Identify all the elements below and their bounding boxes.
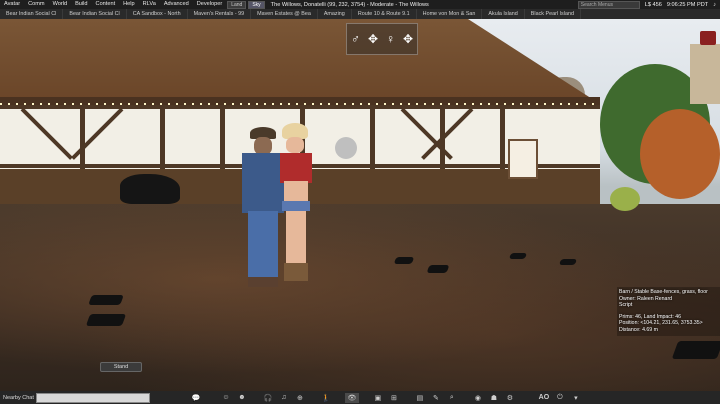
voice-icon[interactable]: 🎧 [261,393,275,403]
camera-icon[interactable]: ⊕ [293,393,307,403]
floor-marker [426,265,450,273]
favorite-landmark[interactable]: Bear Indian Social Cl [63,9,127,19]
avatar-figure-icon[interactable]: ♂ [351,32,360,46]
floor-marker [671,341,720,359]
search-menus-input[interactable]: Search Menus [577,0,640,9]
walk-icon[interactable]: 🚶 [319,393,333,403]
top-menu-bar: Avatar Comm World Build Content Help RLV… [0,0,720,9]
menu-content[interactable]: Content [92,0,120,9]
move-arrows-icon[interactable]: ✥ [368,32,378,46]
chat-input[interactable] [35,392,150,403]
avatar-figure-icon[interactable]: ♀ [386,32,395,46]
menu-advanced[interactable]: Advanced [160,0,193,9]
minimap-icon[interactable]: ⊞ [387,393,401,403]
floor-marker [558,259,578,265]
object-distance: Distance: 4.69 m [619,326,658,333]
favorite-landmark[interactable]: Akula Island [482,9,525,19]
horse [120,174,180,204]
hud-attachment[interactable] [700,31,716,45]
stand-button[interactable]: Stand [100,362,142,372]
map-icon[interactable]: ▣ [371,393,385,403]
autumn-tree [640,109,720,199]
menu-rlva[interactable]: RLVa [139,0,160,9]
nearby-chat-label: Nearby Chat [3,394,34,401]
view-icon[interactable]: 👁 [344,392,359,403]
favorite-landmark[interactable]: Home von Mon & San [417,9,483,19]
floor-marker [88,295,124,305]
search-icon[interactable]: ⌕ [445,393,459,403]
groups-icon[interactable]: ☻ [235,393,249,403]
flower-planter [610,187,640,211]
menu-comm[interactable]: Comm [24,0,48,9]
menu-build[interactable]: Build [71,0,91,9]
favorite-landmark[interactable]: Bear Indian Social Cl [0,9,64,19]
settings-icon[interactable]: ⚙ [503,393,517,403]
world-view[interactable]: ♂ ✥ ♀ ✥ Barn / Stable Base-fences, grass… [0,19,720,391]
menu-help[interactable]: Help [119,0,139,9]
floor-marker [85,314,127,326]
menu-world[interactable]: World [49,0,72,9]
hud-pose-controls[interactable]: ♂ ✥ ♀ ✥ [346,23,418,55]
speak-icon[interactable]: ♫ [277,393,291,403]
poster [690,44,720,104]
appearance-icon[interactable]: ☗ [487,393,501,403]
object-hover-info: Barn / Stable Base-fences, grass, floor … [617,287,720,336]
people-icon[interactable]: ☺ [219,393,233,403]
favorite-landmark[interactable]: Route 10 & Route 9.1 [352,9,417,19]
land-button[interactable]: Land [227,0,247,9]
favorite-landmark[interactable]: Amazing [318,9,352,19]
object-script: Script [619,302,633,309]
ao-label[interactable]: AO [537,393,551,403]
object-title: Barn / Stable Base-fences, grass, floor [619,289,708,295]
object-position: Position: <104.21, 231.65, 3753.35> [619,320,703,327]
balance-label[interactable]: L$ 456 [645,2,662,8]
favorite-landmark[interactable]: Black Pearl Island [525,9,581,19]
build-icon[interactable]: ✎ [429,393,443,403]
barn-lamp [335,137,357,159]
snapshot-icon[interactable]: ◉ [471,393,485,403]
bottom-toolbar: Nearby Chat 💬 ☺ ☻ 🎧 ♫ ⊕ 🚶 👁 ▣ ⊞ ▤ ✎ ⌕ ◉ … [0,391,720,404]
chat-bubble-icon[interactable]: 💬 [189,393,203,403]
barn-roof [0,19,600,104]
volume-icon[interactable]: ♪ [713,2,716,8]
inventory-icon[interactable]: ▤ [413,393,427,403]
menu-avatar[interactable]: Avatar [0,0,24,9]
status-area: Search Menus L$ 456 9:06:25 PM PDT ♪ [577,0,720,9]
move-arrows-icon[interactable]: ✥ [403,32,413,46]
sky-button[interactable]: Sky [248,0,265,9]
location-label[interactable]: The Willows, Donatelli (99, 232, 3754) -… [266,2,434,8]
favorite-landmark[interactable]: CA Sandbox - North [127,9,188,19]
floor-marker [508,253,528,259]
power-icon[interactable]: ⏻ [553,393,567,403]
avatar-cowgirl[interactable] [278,123,314,283]
time-label: 9:06:25 PM PDT [666,1,709,8]
favorite-landmark[interactable]: Maven's Rentals - 99 [188,9,252,19]
menu-developer[interactable]: Developer [193,0,227,9]
floor-marker [393,257,415,264]
barn-sign [508,139,538,179]
options-icon[interactable]: ▾ [569,393,583,403]
object-owner: Owner: Raleen Renard [619,295,673,302]
favorite-landmark[interactable]: Maven Estates @ Bea [251,9,318,19]
